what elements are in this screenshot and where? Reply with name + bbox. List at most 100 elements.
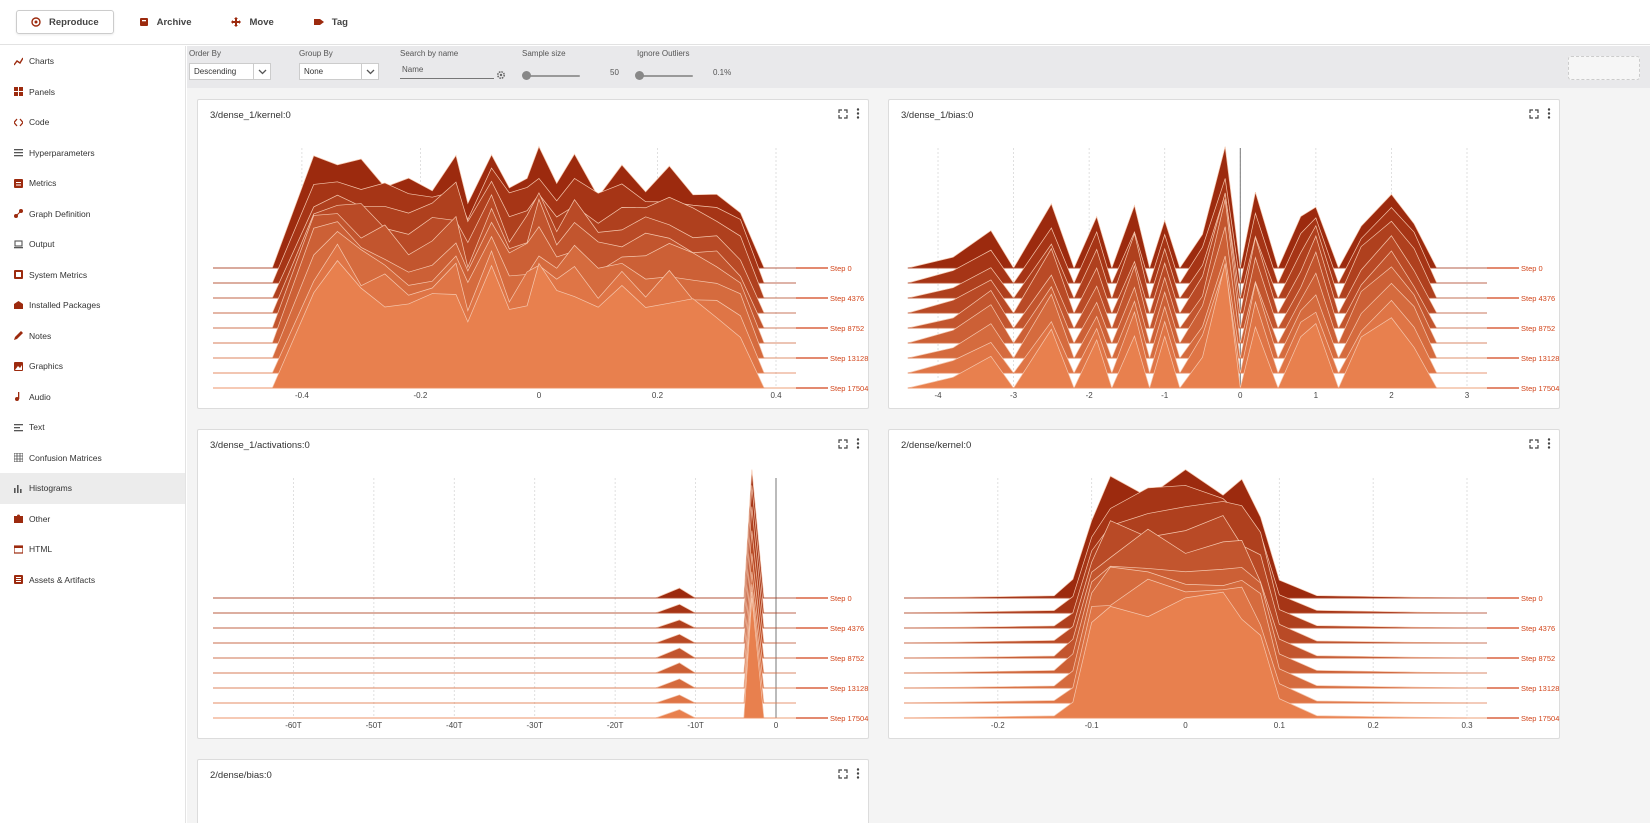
- sidebar-item-histograms[interactable]: Histograms: [0, 473, 185, 504]
- order-by-value: Descending: [194, 67, 237, 76]
- ignore-outliers-slider-knob[interactable]: [635, 71, 645, 80]
- reproduce-icon: [31, 17, 41, 27]
- sidebar-item-label: HTML: [29, 544, 53, 555]
- histogram-icon: [14, 484, 22, 493]
- gear-icon[interactable]: [496, 70, 506, 80]
- step-label: Step 4376: [1521, 624, 1555, 633]
- step-label: Step 8752: [830, 324, 864, 333]
- graph-icon: [14, 209, 23, 219]
- line-chart-icon: [14, 57, 23, 66]
- sidebar-item-label: Graphics: [29, 361, 64, 372]
- histogram-chart: -0.2 -0.1 0 0.1 0.2 0.3 Step 0 Step 4376 Step 87…: [903, 469, 1559, 730]
- search-input[interactable]: Name: [400, 65, 494, 79]
- group-by-select[interactable]: None: [299, 63, 379, 80]
- order-by-select[interactable]: Descending: [189, 63, 271, 80]
- move-button[interactable]: Move: [216, 10, 288, 34]
- x-tick-label: 0: [537, 391, 542, 400]
- sidebar-item-metrics[interactable]: Metrics: [0, 168, 185, 199]
- sidebar-item-installed-packages[interactable]: Installed Packages: [0, 290, 185, 321]
- sidebar-item-code[interactable]: Code: [0, 107, 185, 138]
- ignore-outliers-value: 0.1%: [713, 68, 732, 77]
- sidebar-item-label: Output: [29, 239, 55, 250]
- histogram-ridge: [213, 469, 776, 599]
- laptop-icon: [14, 240, 23, 249]
- histogram-chart: -60T -50T -40T -30T -20T -10T 0 Step 0 Step 4376…: [213, 469, 868, 730]
- fullscreen-icon[interactable]: [838, 768, 848, 779]
- sidebar-item-label: Histograms: [29, 483, 72, 494]
- step-label: Step 0: [1521, 264, 1543, 273]
- step-label: Step 13128: [1521, 684, 1559, 693]
- settings-button[interactable]: [1568, 56, 1640, 80]
- sample-size-slider-knob[interactable]: [521, 71, 531, 80]
- sidebar-item-label: Confusion Matrices: [29, 452, 102, 463]
- sample-size-slider[interactable]: [523, 75, 580, 77]
- sidebar-item-graphics[interactable]: Graphics: [0, 351, 185, 382]
- step-label: Step 0: [1521, 594, 1543, 603]
- x-tick-label: -0.1: [1085, 721, 1099, 730]
- sidebar-item-audio[interactable]: Audio: [0, 382, 185, 413]
- sidebar-item-label: Code: [29, 117, 50, 128]
- archive-button-label: Archive: [156, 16, 192, 28]
- sidebar-item-output[interactable]: Output: [0, 229, 185, 260]
- sidebar-item-panels[interactable]: Panels: [0, 77, 185, 108]
- step-label: Step 8752: [1521, 324, 1555, 333]
- sidebar-item-assets-artifacts[interactable]: Assets & Artifacts: [0, 565, 185, 596]
- move-button-label: Move: [249, 16, 274, 28]
- step-label: Step 13128: [1521, 354, 1559, 363]
- ignore-outliers-slider[interactable]: [638, 75, 693, 77]
- puzzle-icon: [14, 514, 23, 524]
- histogram-panel: 3/dense_1/activations:0 -60T -50T -40T -30T…: [197, 429, 869, 739]
- code-icon: [14, 118, 23, 127]
- tag-button[interactable]: Tag: [299, 10, 363, 34]
- histogram-panel: 2/dense/kernel:0 -0.2 -0.1 0 0.1 0.2 0.3 Step …: [888, 429, 1560, 739]
- sidebar-item-text[interactable]: Text: [0, 412, 185, 443]
- histogram-panel: 3/dense_1/bias:0 -4 -3 -2 -1 0 1 2 3 Step 0 Step …: [888, 99, 1560, 409]
- x-tick-label: -60T: [285, 721, 302, 730]
- sidebar-item-label: System Metrics: [29, 269, 88, 280]
- sidebar-item-charts[interactable]: Charts: [0, 46, 185, 77]
- sidebar: Charts Panels Code Hyperparameters Metrics Gr…: [0, 46, 186, 823]
- step-label: Step 17504: [1521, 714, 1559, 723]
- sidebar-item-notes[interactable]: Notes: [0, 321, 185, 352]
- histogram-chart: -4 -3 -2 -1 0 1 2 3 Step 0 Step 4376 Step 8752 Step…: [907, 146, 1559, 400]
- x-tick-label: 0.2: [1368, 721, 1380, 730]
- histogram-panel: 3/dense_1/kernel:0 -0.4 -0.2 0 0.2 0.4 Step 0…: [197, 99, 869, 409]
- filter-bar: Order By Descending Group By None Search…: [187, 46, 1650, 88]
- x-tick-label: 0.3: [1461, 721, 1473, 730]
- sidebar-item-graph-definition[interactable]: Graph Definition: [0, 199, 185, 230]
- sidebar-item-other[interactable]: Other: [0, 504, 185, 535]
- system-icon: [14, 270, 23, 280]
- reproduce-button[interactable]: Reproduce: [16, 10, 114, 34]
- sidebar-item-confusion-matrices[interactable]: Confusion Matrices: [0, 443, 185, 474]
- sidebar-item-system-metrics[interactable]: System Metrics: [0, 260, 185, 291]
- assets-icon: [14, 575, 23, 585]
- step-label: Step 13128: [830, 354, 868, 363]
- ignore-outliers-label: Ignore Outliers: [637, 49, 690, 58]
- step-label: Step 8752: [830, 654, 864, 663]
- x-tick-label: -40T: [446, 721, 463, 730]
- sidebar-item-html[interactable]: HTML: [0, 534, 185, 565]
- tag-button-label: Tag: [331, 16, 348, 28]
- group-by-value: None: [304, 67, 324, 76]
- sidebar-item-label: Hyperparameters: [29, 147, 95, 158]
- group-by-label: Group By: [299, 49, 333, 58]
- archive-button[interactable]: Archive: [124, 10, 207, 34]
- move-icon: [231, 17, 242, 27]
- x-tick-label: -0.2: [991, 721, 1005, 730]
- x-tick-label: -30T: [526, 721, 543, 730]
- x-tick-label: 1: [1314, 391, 1319, 400]
- x-tick-label: 0: [1238, 391, 1243, 400]
- more-options-icon[interactable]: [856, 768, 860, 779]
- sidebar-item-label: Metrics: [29, 178, 57, 189]
- histogram-ridge: [213, 485, 776, 614]
- histogram-chart: -0.4 -0.2 0 0.2 0.4 Step 0 Step 4376 Step 8752 S…: [213, 145, 868, 400]
- step-label: Step 4376: [830, 624, 864, 633]
- step-label: Step 17504: [830, 714, 868, 723]
- reproduce-button-label: Reproduce: [49, 16, 99, 28]
- html-icon: [14, 545, 23, 554]
- sidebar-item-hyperparameters[interactable]: Hyperparameters: [0, 138, 185, 169]
- sidebar-item-label: Assets & Artifacts: [29, 574, 96, 585]
- chevron-down-icon: [253, 64, 270, 79]
- x-tick-label: 0.1: [1274, 721, 1286, 730]
- x-tick-label: -0.2: [414, 391, 428, 400]
